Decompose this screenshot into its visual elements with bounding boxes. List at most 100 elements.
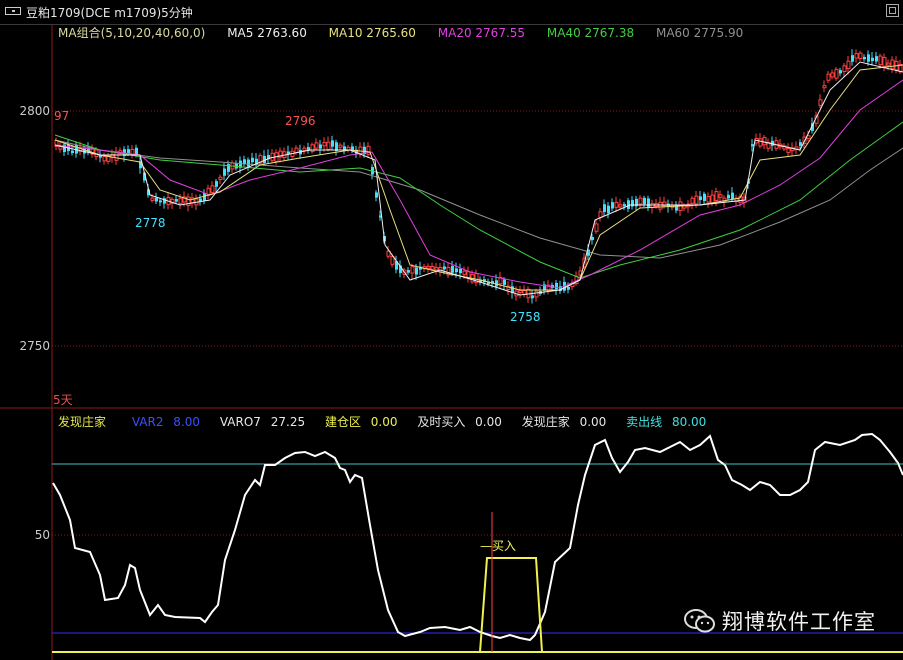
- candle-body: [863, 56, 866, 60]
- candle-body: [415, 267, 418, 275]
- candle-body: [886, 62, 891, 66]
- candle-body: [462, 270, 467, 276]
- candle-body: [155, 197, 158, 202]
- price-axis-2800: 2800: [19, 104, 50, 118]
- candle-body: [858, 52, 863, 60]
- candle-body: [710, 194, 715, 204]
- price-label-2796: 2796: [285, 114, 316, 128]
- candle-body: [426, 265, 431, 269]
- ma-combo-label: MA组合(5,10,20,40,60,0): [58, 26, 206, 40]
- candle-body: [718, 194, 723, 198]
- candle-body: [786, 148, 791, 153]
- candle-body: [314, 142, 319, 149]
- candle-body: [830, 72, 835, 78]
- candle-body: [851, 55, 854, 62]
- ma10-label: MA10 2765.60: [328, 26, 416, 40]
- chart-canvas[interactable]: ◦ ◦ ◦ ◦: [0, 0, 903, 660]
- candle-body: [518, 289, 523, 293]
- candle-body: [598, 211, 603, 218]
- candle-body: [338, 144, 343, 148]
- candle-body: [658, 201, 663, 210]
- ind-value-faxian2: 0.00: [579, 415, 607, 429]
- candle-body: [638, 197, 643, 205]
- ind-value-var2: 8.00: [173, 415, 201, 429]
- candle-body: [611, 202, 614, 209]
- candle-body: [842, 65, 847, 73]
- ind-label-1: 发现庄家: [58, 415, 107, 429]
- ind-label-faxian2: 发现庄家: [521, 415, 570, 429]
- candle-body: [875, 56, 878, 62]
- price-axis-2750: 2750: [19, 339, 50, 353]
- candle-body: [618, 204, 623, 208]
- candle-body: [375, 192, 378, 198]
- candle-body: [607, 205, 610, 214]
- candle-body: [706, 196, 711, 203]
- candle-body: [459, 268, 462, 274]
- candle-body: [294, 147, 299, 154]
- candle-body: [102, 156, 107, 162]
- ind-label-varo7: VARO7: [219, 415, 261, 429]
- candle-body: [647, 198, 650, 208]
- ind-value-maichu: 80.00: [671, 415, 707, 429]
- candle-body: [727, 194, 730, 199]
- candle-body: [690, 197, 695, 204]
- candle-body: [434, 267, 439, 271]
- candle-body: [534, 290, 539, 298]
- candle-body: [319, 144, 322, 149]
- period-label: 5天: [53, 393, 73, 407]
- candle-body: [826, 73, 831, 81]
- candle-body: [466, 271, 471, 279]
- ind-value-jiancang: 0.00: [370, 415, 398, 429]
- candle-body: [522, 289, 527, 295]
- candle-body: [218, 176, 223, 180]
- candle-body: [443, 266, 446, 270]
- candle-body: [703, 193, 706, 202]
- candle-body: [199, 198, 202, 202]
- candle-body: [854, 53, 859, 59]
- candlestick-series: [54, 49, 903, 304]
- cross-marker: ◦: [893, 459, 899, 470]
- candle-body: [302, 147, 307, 152]
- candle-body: [818, 99, 823, 106]
- candle-body: [430, 265, 435, 270]
- candle-body: [159, 200, 162, 203]
- candle-body: [150, 197, 155, 201]
- cross-marker: ◦: [612, 459, 618, 470]
- buy-signal-label: —买入: [480, 539, 517, 553]
- window-title: 豆粕1709(DCE m1709)5分钟: [26, 6, 193, 20]
- candle-body: [603, 204, 606, 213]
- window-icon[interactable]: [5, 7, 21, 15]
- candle-body: [890, 59, 895, 69]
- candle-body: [451, 266, 454, 273]
- candle-body: [591, 237, 594, 241]
- candle-body: [455, 268, 458, 273]
- candle-body: [175, 199, 178, 202]
- ind-label-var2: VAR2: [131, 415, 164, 429]
- candle-body: [178, 197, 183, 204]
- ind-value-varo7: 27.25: [270, 415, 306, 429]
- candle-body: [839, 70, 842, 74]
- restore-icon[interactable]: [886, 4, 899, 17]
- candle-body: [867, 54, 870, 62]
- watermark: 翔博软件工作室: [684, 606, 876, 636]
- ind-label-maichu: 卖出线: [626, 415, 663, 429]
- ind-label-jiancang: 建仓区: [324, 415, 361, 429]
- candle-body: [846, 60, 851, 70]
- candle-body: [223, 168, 226, 176]
- candle-body: [758, 138, 763, 147]
- candle-body: [731, 192, 734, 200]
- indicator-legend: 发现庄家 VAR2 8.00 VARO7 27.25 建仓区 0.00 及时买入…: [58, 413, 722, 430]
- candle-body: [390, 256, 395, 265]
- watermark-text: 翔博软件工作室: [722, 610, 876, 634]
- cross-marker: ◦: [722, 459, 728, 470]
- candle-body: [410, 266, 415, 274]
- candle-body: [871, 57, 874, 62]
- candle-body: [614, 201, 619, 208]
- candle-body: [503, 279, 506, 285]
- ind-value-jishi: 0.00: [475, 415, 502, 429]
- candle-body: [331, 140, 334, 147]
- candle-body: [322, 142, 327, 147]
- candle-body: [251, 157, 254, 163]
- candle-body: [531, 295, 534, 299]
- ma40-label: MA40 2767.38: [546, 26, 635, 40]
